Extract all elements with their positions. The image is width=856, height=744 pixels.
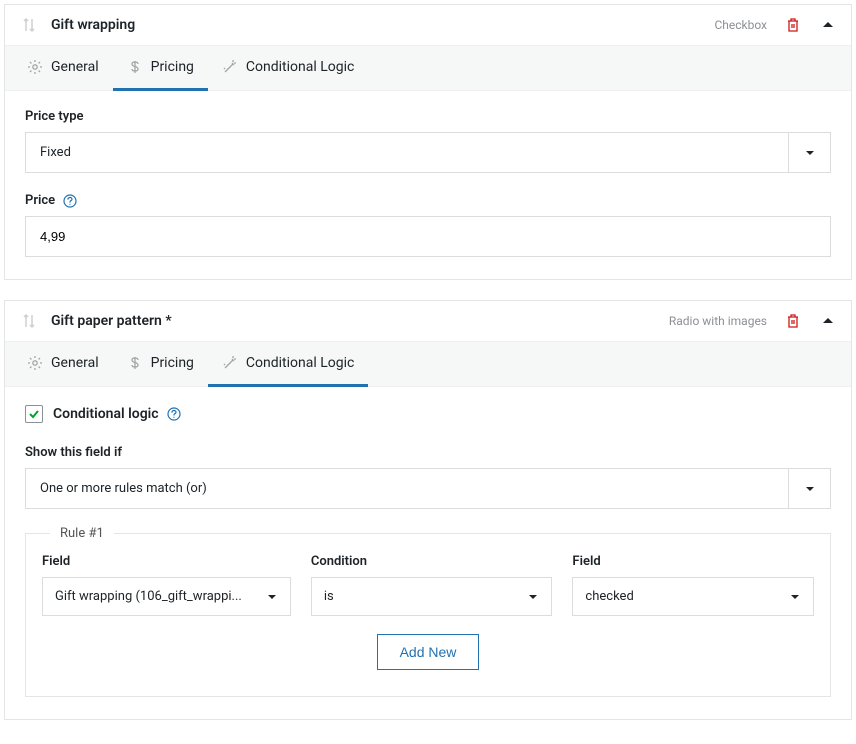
add-new-button[interactable]: Add New: [377, 634, 480, 670]
chevron-down-icon: [777, 578, 813, 615]
tab-general[interactable]: General: [13, 46, 113, 91]
panel-body: Conditional logic Show this field if One…: [5, 387, 851, 719]
dollar-icon: [127, 59, 143, 75]
collapse-icon[interactable]: [821, 314, 835, 328]
chevron-down-icon: [515, 578, 551, 615]
wand-icon: [222, 355, 238, 371]
select-value: is: [312, 578, 516, 615]
gear-icon: [27, 355, 43, 371]
panel-title: Gift wrapping: [51, 17, 714, 33]
select-value: Fixed: [26, 133, 788, 172]
rule-field-label: Field: [42, 554, 291, 569]
conditional-logic-label: Conditional logic: [53, 406, 159, 422]
rule-condition-label: Condition: [311, 554, 553, 569]
rule-1: Rule #1 Field Gift wrapping (106_gift_wr…: [25, 533, 831, 697]
panel-type-label: Checkbox: [714, 18, 767, 32]
chevron-down-icon: [254, 578, 290, 615]
tab-label: Pricing: [151, 355, 194, 371]
price-type-field: Price type Fixed: [25, 109, 831, 173]
rule-field-col: Field Gift wrapping (106_gift_wrappi...: [42, 554, 291, 616]
dollar-icon: [127, 355, 143, 371]
add-new-row: Add New: [42, 634, 814, 670]
panel-header: Gift paper pattern * Radio with images: [5, 301, 851, 341]
rule-condition-col: Condition is: [311, 554, 553, 616]
panel-header: Gift wrapping Checkbox: [5, 5, 851, 45]
wand-icon: [222, 59, 238, 75]
rule-row: Field Gift wrapping (106_gift_wrappi... …: [42, 554, 814, 616]
select-value: checked: [573, 578, 777, 615]
field-panel-gift-wrapping: Gift wrapping Checkbox General Pricing C…: [4, 4, 852, 280]
rule-value-select[interactable]: checked: [572, 577, 814, 616]
rule-field-select[interactable]: Gift wrapping (106_gift_wrappi...: [42, 577, 291, 616]
price-input[interactable]: [25, 216, 831, 257]
collapse-icon[interactable]: [821, 18, 835, 32]
tab-label: Conditional Logic: [246, 59, 354, 75]
gear-icon: [27, 59, 43, 75]
help-icon[interactable]: [167, 407, 181, 421]
show-if-label: Show this field if: [25, 445, 831, 460]
chevron-down-icon: [788, 469, 830, 508]
field-panel-gift-paper-pattern: Gift paper pattern * Radio with images G…: [4, 300, 852, 720]
panel-type-label: Radio with images: [669, 314, 767, 328]
tabs: General Pricing Conditional Logic: [5, 341, 851, 387]
delete-icon[interactable]: [785, 313, 801, 329]
panel-title: Gift paper pattern *: [51, 313, 669, 329]
price-field: Price: [25, 193, 831, 257]
conditional-logic-checkbox[interactable]: [25, 405, 43, 423]
tab-pricing[interactable]: Pricing: [113, 342, 208, 387]
conditional-logic-toggle: Conditional logic: [25, 405, 831, 423]
drag-handle-icon[interactable]: [21, 313, 37, 329]
delete-icon[interactable]: [785, 17, 801, 33]
panel-body: Price type Fixed Price: [5, 91, 851, 279]
tab-pricing[interactable]: Pricing: [113, 46, 208, 91]
price-label: Price: [25, 193, 831, 208]
select-value: Gift wrapping (106_gift_wrappi...: [43, 578, 254, 615]
rule-legend: Rule #1: [50, 526, 114, 541]
tabs: General Pricing Conditional Logic: [5, 45, 851, 91]
price-label-text: Price: [25, 193, 55, 208]
drag-handle-icon[interactable]: [21, 17, 37, 33]
show-if-field: Show this field if One or more rules mat…: [25, 445, 831, 509]
help-icon[interactable]: [63, 194, 77, 208]
tab-conditional-logic[interactable]: Conditional Logic: [208, 46, 368, 91]
tab-general[interactable]: General: [13, 342, 113, 387]
tab-conditional-logic[interactable]: Conditional Logic: [208, 342, 368, 387]
tab-label: General: [51, 355, 99, 371]
price-type-select[interactable]: Fixed: [25, 132, 831, 173]
rule-value-col: Field checked: [572, 554, 814, 616]
tab-label: Conditional Logic: [246, 355, 354, 371]
show-if-select[interactable]: One or more rules match (or): [25, 468, 831, 509]
chevron-down-icon: [788, 133, 830, 172]
rule-value-label: Field: [572, 554, 814, 569]
select-value: One or more rules match (or): [26, 469, 788, 508]
price-type-label: Price type: [25, 109, 831, 124]
rule-condition-select[interactable]: is: [311, 577, 553, 616]
tab-label: General: [51, 59, 99, 75]
tab-label: Pricing: [151, 59, 194, 75]
